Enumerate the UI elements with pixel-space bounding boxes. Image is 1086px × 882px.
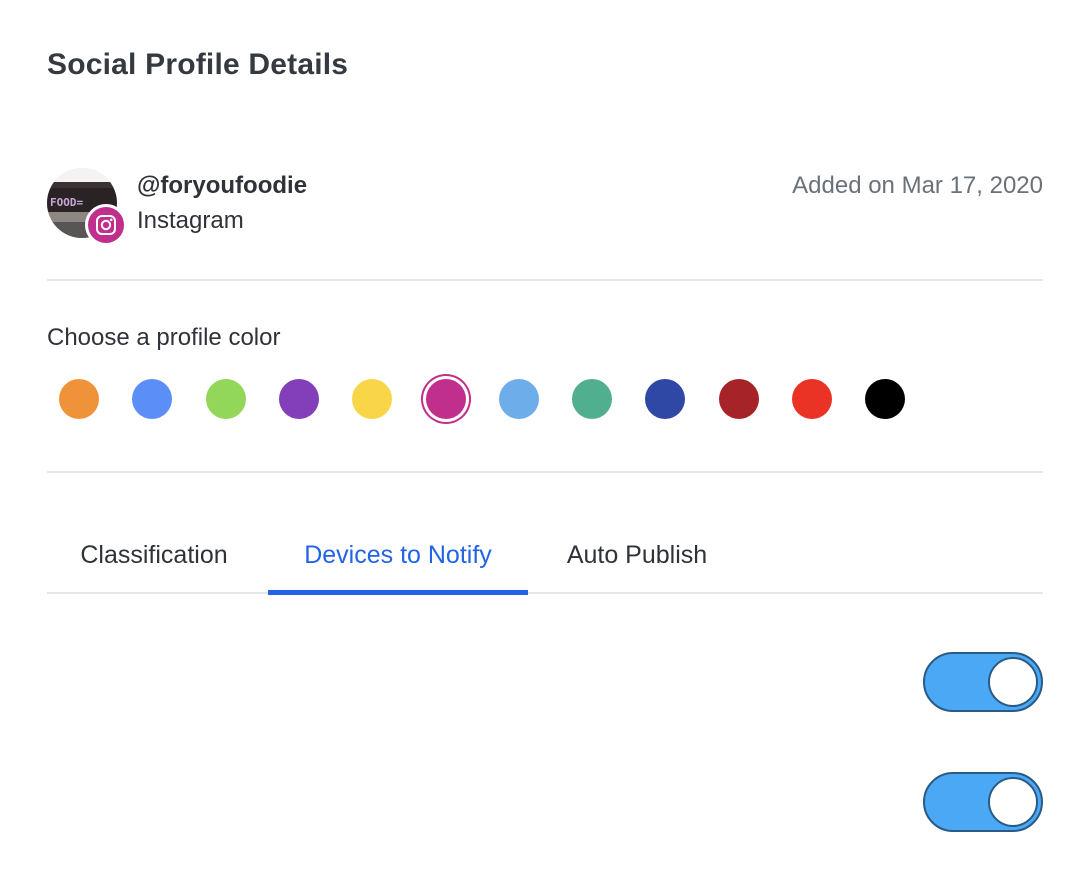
device-notify-toggle[interactable] [923,772,1043,832]
profile-header: FOOD= @foryoufoodie Instagram Added on M… [47,168,1043,248]
toggle-knob [988,657,1038,707]
tab-devices-to-notify[interactable]: Devices to Notify [268,520,528,595]
divider [47,471,1043,473]
color-swatch[interactable] [279,379,319,419]
social-profile-panel: Social Profile Details FOOD= @foryoufood… [0,0,1086,882]
device-row [47,652,1043,712]
added-on-date: Added on Mar 17, 2020 [792,172,1043,199]
color-picker-label: Choose a profile color [47,324,281,351]
color-swatch[interactable] [572,379,612,419]
tab-auto-publish[interactable]: Auto Publish [537,520,737,592]
device-notify-toggle[interactable] [923,652,1043,712]
device-row [47,772,1043,832]
color-swatch[interactable] [645,379,685,419]
profile-handle: @foryoufoodie [137,172,308,199]
color-swatch[interactable] [352,379,392,419]
svg-text:FOOD=: FOOD= [50,196,83,209]
page-title: Social Profile Details [47,48,349,81]
tab-bar: Classification Devices to Notify Auto Pu… [47,520,1043,595]
profile-network: Instagram [137,207,244,234]
color-swatch[interactable] [499,379,539,419]
divider [47,279,1043,281]
color-swatch[interactable] [426,379,466,419]
tab-classification[interactable]: Classification [47,520,261,592]
instagram-icon [96,215,116,235]
toggle-knob [988,777,1038,827]
color-swatch[interactable] [132,379,172,419]
color-swatch[interactable] [865,379,905,419]
color-swatch[interactable] [206,379,246,419]
color-swatch[interactable] [719,379,759,419]
instagram-badge [85,204,127,246]
color-swatch[interactable] [59,379,99,419]
color-swatch[interactable] [792,379,832,419]
